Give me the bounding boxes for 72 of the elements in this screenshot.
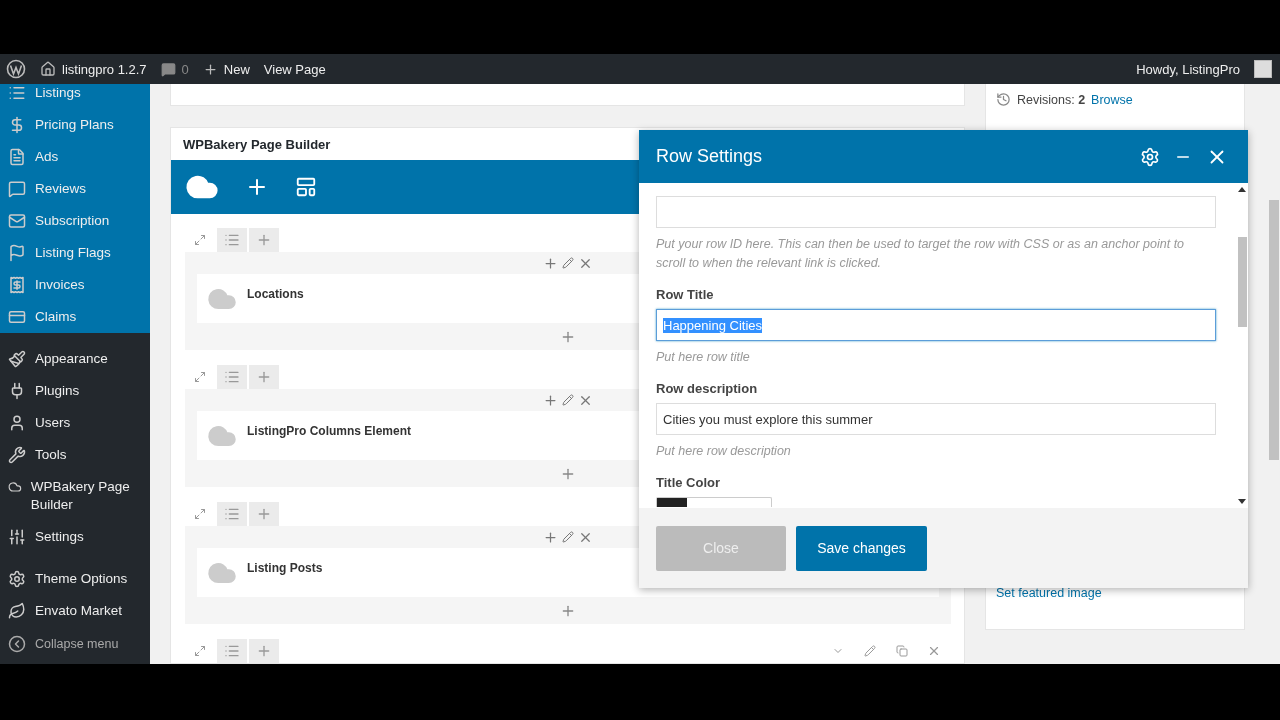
drag-handle[interactable]	[217, 502, 247, 526]
menu-item[interactable]: Pricing Plans	[0, 109, 150, 141]
add-column-icon[interactable]	[249, 228, 279, 252]
field-label: Row description	[656, 381, 759, 396]
settings-icon	[8, 570, 26, 588]
document-icon	[8, 148, 26, 166]
scroll-thumb[interactable]	[1269, 200, 1279, 460]
site-link[interactable]: listingpro 1.2.7	[40, 61, 147, 77]
revisions-text: Revisions: 2	[1017, 92, 1086, 107]
menu-item[interactable]: Ads	[0, 141, 150, 173]
dialog-title: Row Settings	[656, 146, 764, 167]
add-column-icon[interactable]	[249, 502, 279, 526]
collapse-menu[interactable]: Collapse menu	[0, 627, 150, 661]
comments-link[interactable]: 0	[160, 61, 189, 77]
edit-icon[interactable]	[562, 394, 574, 406]
view-page-link[interactable]: View Page	[263, 61, 326, 77]
home-icon	[40, 61, 56, 77]
card-icon	[8, 308, 26, 326]
user-icon	[8, 414, 26, 432]
avatar-icon[interactable]	[1254, 60, 1272, 78]
add-icon[interactable]	[543, 529, 558, 545]
menu-item[interactable]: Reviews	[0, 173, 150, 205]
edit-icon[interactable]	[562, 531, 574, 543]
collapse-icon	[8, 635, 26, 653]
new-link[interactable]: New	[202, 61, 250, 77]
list-icon	[8, 84, 26, 102]
text-field[interactable]	[656, 196, 1216, 228]
menu-item[interactable]: Listings	[0, 84, 150, 109]
field-hint: Put your row ID here. This can then be used to target the row with CSS or as an anchor point to scroll to when the relevant link is clicked.	[656, 236, 1186, 272]
scroll-down-icon[interactable]	[1238, 499, 1246, 504]
text-field[interactable]: Cities you must explore this summer	[656, 403, 1216, 435]
template-icon[interactable]	[295, 176, 317, 198]
browse-link[interactable]: Browse	[1091, 92, 1133, 107]
plus-icon	[202, 61, 218, 77]
flag-icon	[8, 244, 26, 262]
drag-handle[interactable]	[217, 639, 247, 663]
receipt-icon	[8, 276, 26, 294]
color-picker[interactable]	[656, 497, 772, 507]
menu-item[interactable]: Claims	[0, 301, 150, 333]
settings-icon[interactable]	[1140, 146, 1160, 167]
envelope-icon	[8, 212, 26, 230]
greeting[interactable]: Howdy, ListingPro	[1136, 61, 1240, 77]
leaf-icon	[8, 602, 26, 620]
drag-handle[interactable]	[217, 228, 247, 252]
element-title: Listing Posts	[247, 561, 323, 575]
element-title: Locations	[247, 287, 304, 301]
add-column-icon[interactable]	[249, 365, 279, 389]
drag-handle[interactable]	[217, 365, 247, 389]
menu-item[interactable]: Subscription	[0, 205, 150, 237]
set-featured-image-link[interactable]: Set featured image	[996, 586, 1102, 600]
paintbrush-icon	[8, 350, 26, 368]
menu-item[interactable]: Listing Flags	[0, 237, 150, 269]
comment-icon	[160, 61, 176, 77]
wordpress-logo-icon[interactable]	[6, 59, 26, 79]
add-column-icon[interactable]	[249, 639, 279, 663]
speech-bubble-icon	[8, 180, 26, 198]
wrench-icon	[8, 446, 26, 464]
add-icon[interactable]	[543, 255, 558, 271]
panel-title: WPBakery Page Builder	[183, 136, 331, 152]
scroll-up-icon[interactable]	[1238, 187, 1246, 192]
history-icon	[996, 92, 1011, 107]
scroll-thumb[interactable]	[1237, 237, 1247, 327]
save-button[interactable]: Save changes	[796, 525, 927, 571]
field-label: Title Color	[656, 475, 722, 490]
field-hint: Put here row description	[656, 443, 792, 460]
element-title: ListingPro Columns Element	[247, 424, 411, 438]
field-label: Row Title	[656, 287, 715, 302]
menu-item[interactable]: Invoices	[0, 269, 150, 301]
sliders-icon	[8, 528, 26, 546]
add-icon[interactable]	[543, 392, 558, 408]
field-hint: Put here row title	[656, 349, 751, 366]
edit-icon[interactable]	[562, 257, 574, 269]
